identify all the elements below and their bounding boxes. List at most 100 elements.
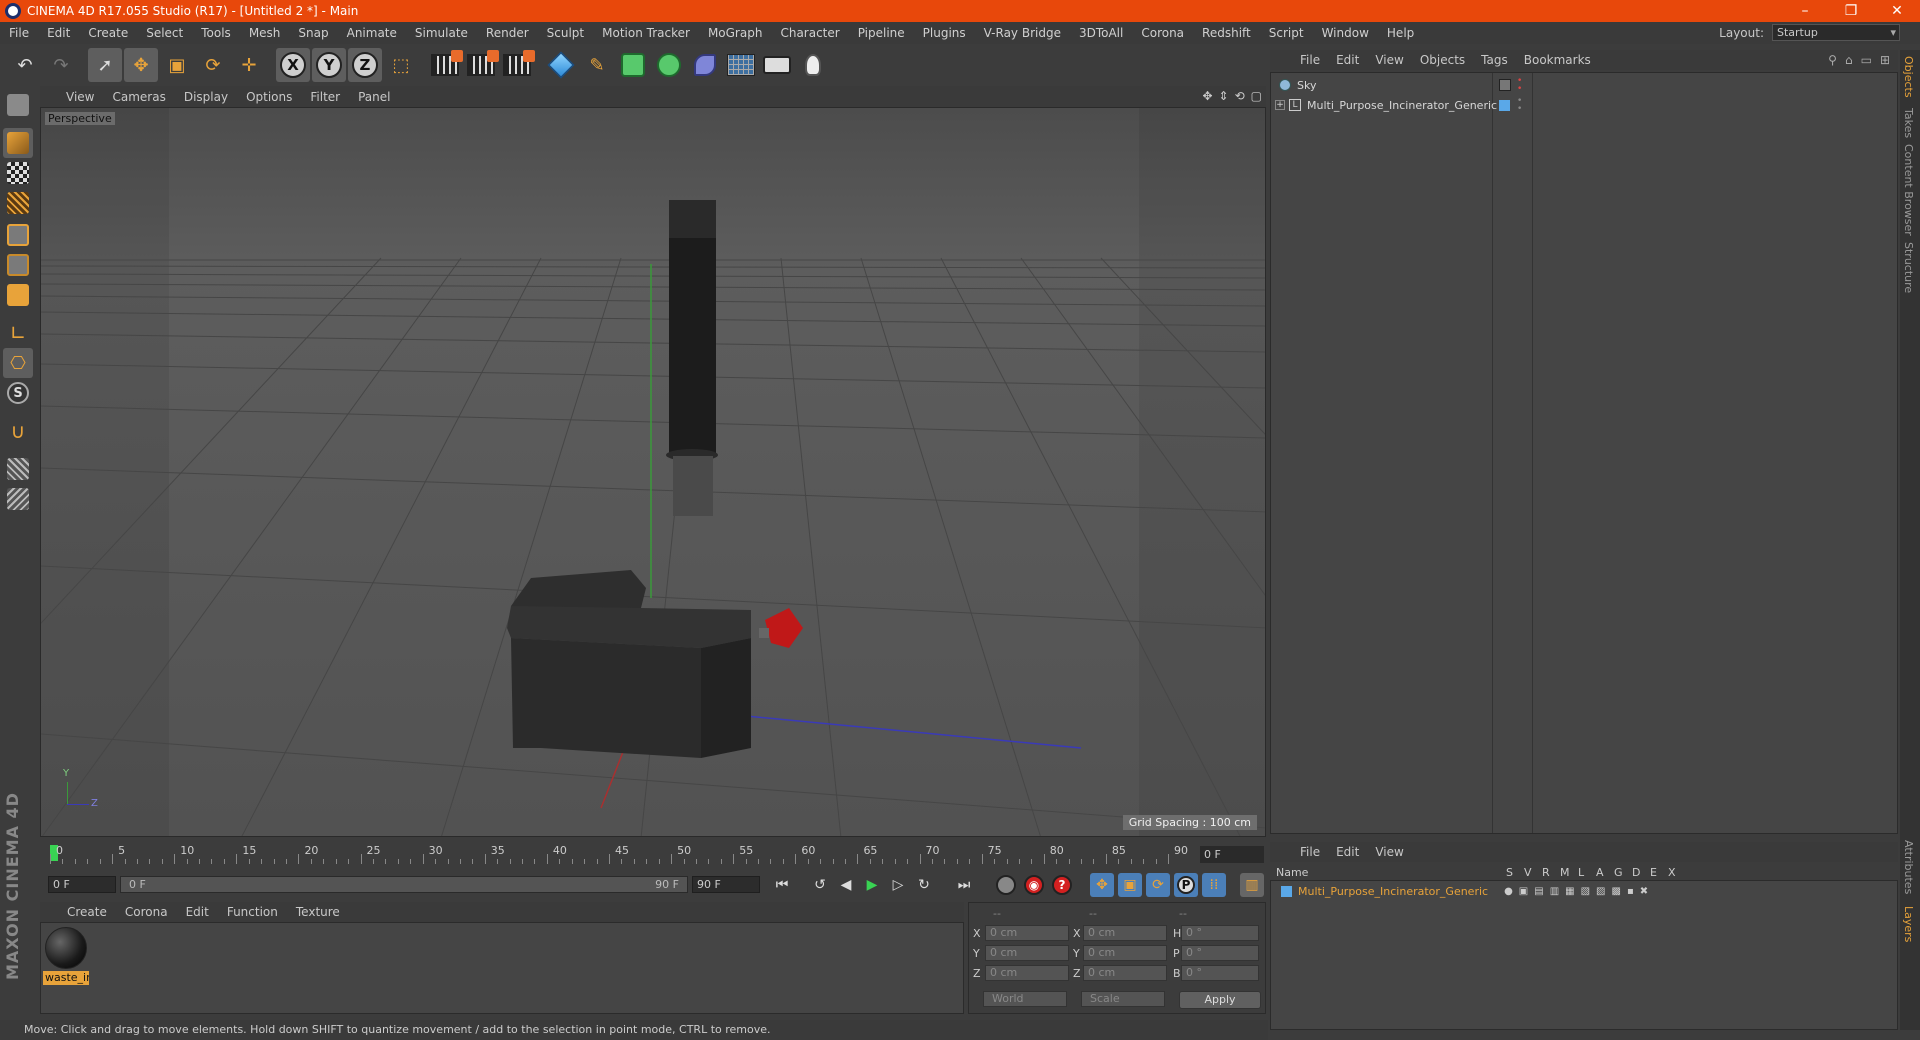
add-generator-button[interactable]	[616, 48, 650, 82]
tab-objects[interactable]: Objects	[1902, 56, 1915, 98]
layout-select[interactable]: Startup	[1772, 24, 1900, 41]
size-y-field[interactable]: 0 cm	[1083, 945, 1167, 961]
lm-col-name[interactable]: Name	[1276, 866, 1308, 879]
add-mograph-button[interactable]	[652, 48, 686, 82]
collapse-icon[interactable]: ▭	[1861, 53, 1872, 67]
add-light-button[interactable]	[796, 48, 830, 82]
mm-menu-function[interactable]: Function	[218, 905, 287, 919]
add-spline-button[interactable]: ✎	[580, 48, 614, 82]
timeline-window-button[interactable]: ▥	[1240, 873, 1264, 897]
menu-create[interactable]: Create	[79, 26, 137, 40]
rotation-p-field[interactable]: 0 °	[1181, 945, 1259, 961]
lm-col-manager[interactable]: M	[1560, 866, 1570, 879]
key-parameter-button[interactable]: P	[1174, 873, 1198, 897]
expand-icon[interactable]: +	[1275, 100, 1285, 110]
menu-tools[interactable]: Tools	[192, 26, 240, 40]
lm-col-deformers[interactable]: D	[1632, 866, 1640, 879]
search-icon[interactable]: ⚲	[1828, 53, 1837, 67]
zoom-view-icon[interactable]: ⇕	[1219, 89, 1229, 103]
keyframe-selection-button[interactable]: ?	[1050, 873, 1074, 897]
menu-select[interactable]: Select	[137, 26, 192, 40]
visibility-dots-icon[interactable]: • •	[1517, 77, 1522, 94]
lm-col-xref[interactable]: X	[1668, 866, 1676, 879]
x-axis-lock-button[interactable]: X	[276, 48, 310, 82]
om-menu-bookmarks[interactable]: Bookmarks	[1516, 53, 1599, 67]
tweak-mode-button[interactable]: ⎔	[3, 348, 33, 378]
lm-col-expressions[interactable]: E	[1650, 866, 1657, 879]
size-z-field[interactable]: 0 cm	[1083, 965, 1167, 981]
viewport-menu-panel[interactable]: Panel	[350, 90, 400, 104]
key-scale-button[interactable]: ▣	[1118, 873, 1142, 897]
go-to-start-button[interactable]: ⏮	[770, 873, 794, 897]
tab-layers[interactable]: Layers	[1902, 906, 1915, 942]
make-editable-button[interactable]	[3, 90, 33, 120]
menu-animate[interactable]: Animate	[338, 26, 406, 40]
menu-help[interactable]: Help	[1378, 26, 1423, 40]
menu-vray-bridge[interactable]: V-Ray Bridge	[975, 26, 1070, 40]
points-mode-button[interactable]	[3, 220, 33, 250]
texture-mode-button[interactable]	[3, 158, 33, 188]
move-tool-button[interactable]: ✥	[124, 48, 158, 82]
layer-color-icon[interactable]	[1499, 99, 1510, 111]
maximize-view-icon[interactable]: ▢	[1251, 89, 1262, 103]
sky-tag-icon[interactable]	[1499, 79, 1511, 91]
om-object-sky[interactable]: Sky • •	[1279, 75, 1879, 95]
om-menu-tags[interactable]: Tags	[1473, 53, 1516, 67]
lm-col-solo[interactable]: S	[1506, 866, 1513, 879]
size-x-field[interactable]: 0 cm	[1083, 925, 1167, 941]
menu-plugins[interactable]: Plugins	[914, 26, 975, 40]
menu-mesh[interactable]: Mesh	[240, 26, 290, 40]
mm-menu-corona[interactable]: Corona	[116, 905, 177, 919]
visibility-dots-icon[interactable]: • •	[1517, 97, 1522, 114]
snap-button[interactable]: ∪	[3, 416, 33, 446]
lm-menu-file[interactable]: File	[1292, 845, 1328, 859]
lm-col-animation[interactable]: A	[1596, 866, 1604, 879]
close-button[interactable]: ✕	[1874, 3, 1920, 19]
render-to-picture-viewer-button[interactable]	[464, 48, 499, 82]
layer-flag-icons[interactable]: ●▣▤▥▦▧▨▩▪✖	[1504, 886, 1654, 897]
next-frame-button[interactable]: ▷	[886, 873, 910, 897]
viewport-menu-cameras[interactable]: Cameras	[104, 90, 175, 104]
menu-file[interactable]: File	[0, 26, 38, 40]
om-object-incinerator[interactable]: + L Multi_Purpose_Incinerator_Generic • •	[1271, 95, 1871, 115]
redo-button[interactable]: ↷	[44, 48, 78, 82]
orbit-view-icon[interactable]: ⟲	[1235, 89, 1245, 103]
axis-mode-button[interactable]: ∟	[3, 318, 33, 348]
3d-viewport[interactable]: Perspective Y Z Grid Spacing : 100 cm	[40, 107, 1266, 837]
size-mode-select[interactable]: Scale	[1081, 991, 1165, 1007]
select-tool-button[interactable]: ➚	[88, 48, 122, 82]
model-mode-button[interactable]	[3, 128, 33, 158]
rotation-b-field[interactable]: 0 °	[1181, 965, 1259, 981]
position-z-field[interactable]: 0 cm	[985, 965, 1069, 981]
lm-col-locked[interactable]: L	[1578, 866, 1584, 879]
key-point-level-button[interactable]: ⁞⁞	[1202, 873, 1226, 897]
lm-col-view[interactable]: V	[1524, 866, 1532, 879]
position-x-field[interactable]: 0 cm	[985, 925, 1069, 941]
lm-col-generators[interactable]: G	[1614, 866, 1623, 879]
add-floor-button[interactable]	[724, 48, 758, 82]
add-camera-button[interactable]	[760, 48, 794, 82]
menu-redshift[interactable]: Redshift	[1193, 26, 1260, 40]
key-rotation-button[interactable]: ⟳	[1146, 873, 1170, 897]
menu-motion-tracker[interactable]: Motion Tracker	[593, 26, 699, 40]
om-menu-objects[interactable]: Objects	[1412, 53, 1473, 67]
add-cube-button[interactable]	[544, 48, 578, 82]
render-settings-button[interactable]	[500, 48, 535, 82]
polygons-mode-button[interactable]	[3, 280, 33, 310]
material-swatch[interactable]: waste_in	[41, 923, 93, 989]
menu-pipeline[interactable]: Pipeline	[849, 26, 914, 40]
viewport-menu-view[interactable]: View	[58, 90, 104, 104]
go-to-end-button[interactable]: ⏭	[952, 873, 976, 897]
apply-button[interactable]: Apply	[1179, 991, 1261, 1009]
scale-tool-button[interactable]: ▣	[160, 48, 194, 82]
edges-mode-button[interactable]	[3, 250, 33, 280]
tab-takes[interactable]: Takes	[1902, 108, 1915, 138]
menu-edit[interactable]: Edit	[38, 26, 79, 40]
current-frame-field[interactable]: 0 F	[1200, 846, 1264, 863]
add-deformer-button[interactable]	[688, 48, 722, 82]
key-position-button[interactable]: ✥	[1090, 873, 1114, 897]
previous-frame-button[interactable]: ◀	[834, 873, 858, 897]
restore-button[interactable]: ❐	[1828, 3, 1874, 19]
viewport-menu-filter[interactable]: Filter	[302, 90, 350, 104]
om-menu-edit[interactable]: Edit	[1328, 53, 1367, 67]
